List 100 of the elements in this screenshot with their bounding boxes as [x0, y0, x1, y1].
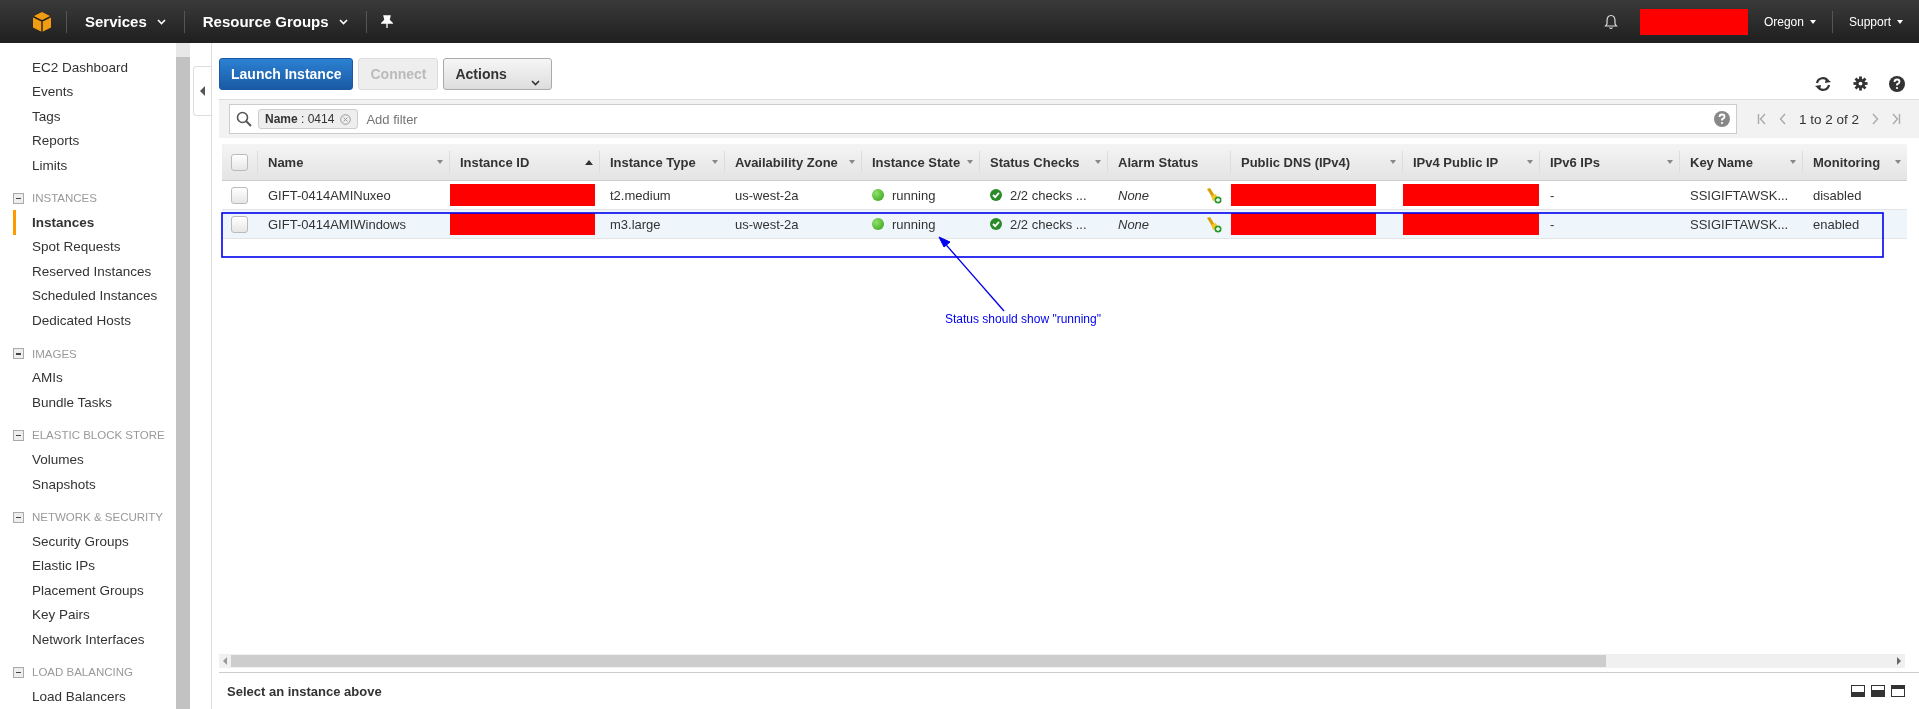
collapse-icon[interactable] — [13, 429, 24, 441]
table-cell: - — [1550, 216, 1555, 232]
layout-icon[interactable] — [1851, 685, 1865, 697]
toolbar-button[interactable]: Actions — [443, 58, 552, 90]
caret-icon[interactable] — [1390, 160, 1396, 164]
nav-menu[interactable]: Services — [81, 13, 170, 30]
clear-icon[interactable] — [340, 113, 352, 125]
table-cell: t2.medium — [610, 187, 671, 203]
table-cell: 2/2 checks ... — [1010, 216, 1087, 232]
sidebar-item[interactable]: Reserved Instances — [13, 259, 176, 284]
sidebar-heading: INSTANCES — [32, 192, 97, 205]
sidebar-item[interactable]: Dedicated Hosts — [13, 308, 176, 333]
collapse-icon[interactable] — [13, 192, 24, 204]
collapse-tab[interactable] — [193, 66, 211, 116]
table-cell: SSIGIFTAWSK... — [1690, 216, 1789, 232]
caret-icon[interactable] — [1667, 160, 1673, 164]
help-icon[interactable] — [1889, 76, 1905, 92]
caret-icon — [530, 80, 540, 86]
caret-icon[interactable] — [1895, 160, 1901, 164]
table-cell: m3.large — [610, 216, 661, 232]
annotation-text: Status should show "running" — [945, 312, 1101, 326]
sidebar-item[interactable]: Tags — [13, 103, 176, 129]
search-icon — [236, 111, 252, 127]
cube-logo-icon[interactable] — [32, 10, 52, 33]
pin-icon[interactable] — [380, 14, 393, 29]
pagination-range: 1 to 2 of 2 — [1798, 111, 1859, 127]
caret-icon[interactable] — [1095, 160, 1101, 164]
table-cell: None — [1118, 216, 1150, 232]
collapse-icon[interactable] — [13, 666, 24, 678]
table-cell: 2/2 checks ... — [1010, 187, 1087, 203]
caret-icon[interactable] — [712, 160, 718, 164]
caret-icon[interactable] — [437, 160, 443, 164]
sidebar-item[interactable]: EC2 Dashboard — [13, 55, 176, 80]
sidebar-heading: NETWORK & SECURITY — [32, 511, 163, 524]
sidebar-item[interactable]: Spot Requests — [13, 234, 176, 260]
sidebar-item[interactable]: Events — [13, 79, 176, 104]
table-cell: None — [1118, 187, 1150, 203]
region-menu[interactable]: Oregon — [1761, 14, 1818, 29]
column-header[interactable]: Name — [268, 154, 304, 170]
sidebar-item[interactable]: Snapshots — [13, 471, 176, 497]
checkbox[interactable] — [231, 186, 248, 204]
table-cell: enabled — [1813, 216, 1860, 232]
settings-icon[interactable] — [1853, 76, 1868, 91]
column-header[interactable]: IPv6 IPs — [1550, 154, 1600, 170]
caret-icon[interactable] — [849, 160, 855, 164]
toolbar-button[interactable]: Launch Instance — [219, 58, 354, 90]
caret-icon[interactable] — [967, 160, 973, 164]
details-message: Select an instance above — [227, 683, 382, 699]
previous-page-icon[interactable] — [1778, 113, 1787, 125]
caret-icon[interactable] — [1527, 160, 1533, 164]
check-icon — [990, 218, 1002, 230]
sidebar-item[interactable]: Key Pairs — [13, 602, 176, 627]
nav-menu[interactable]: Resource Groups — [198, 13, 352, 30]
table-cell: disabled — [1813, 187, 1862, 203]
caret-icon — [338, 18, 348, 25]
add-alarm-icon[interactable] — [1206, 186, 1222, 204]
status-dot-icon — [872, 189, 884, 201]
add-alarm-icon[interactable] — [1206, 215, 1222, 233]
layout-icon[interactable] — [1891, 685, 1905, 697]
checkbox[interactable] — [231, 153, 248, 171]
sidebar-item[interactable]: Network Interfaces — [13, 627, 176, 652]
sidebar-item[interactable]: Volumes — [13, 447, 176, 472]
sidebar-heading: ELASTIC BLOCK STORE — [32, 429, 165, 442]
sidebar-item[interactable]: Security Groups — [13, 529, 176, 554]
sidebar-heading: LOAD BALANCING — [32, 666, 133, 679]
caret-icon — [156, 18, 166, 25]
caret-icon[interactable] — [1790, 160, 1796, 164]
table-cell: SSIGIFTAWSK... — [1690, 187, 1789, 203]
support-menu[interactable]: Support — [1846, 14, 1905, 29]
next-page-icon[interactable] — [1871, 113, 1879, 125]
table-cell: us-west-2a — [735, 216, 799, 232]
sidebar-item[interactable]: Load Balancers — [13, 684, 176, 709]
scrollbar[interactable] — [219, 654, 1905, 668]
refresh-icon[interactable] — [1814, 76, 1832, 92]
filter-field[interactable]: Name : 0414 Add filter — [229, 104, 1737, 134]
sidebar-item[interactable]: Reports — [13, 128, 176, 153]
first-page-icon[interactable] — [1756, 113, 1767, 125]
sidebar-item[interactable]: Placement Groups — [13, 578, 176, 603]
checkbox[interactable] — [231, 215, 248, 233]
last-page-icon[interactable] — [1891, 113, 1901, 125]
sidebar-heading: IMAGES — [32, 347, 77, 360]
sidebar-item[interactable]: Elastic IPs — [13, 553, 176, 579]
table-cell: us-west-2a — [735, 187, 799, 203]
table-cell: running — [892, 187, 936, 203]
table-cell: GIFT-0414AMINuxeo — [268, 187, 391, 203]
scrollbar[interactable] — [176, 43, 190, 709]
sidebar-item[interactable]: Bundle Tasks — [13, 389, 176, 415]
collapse-icon[interactable] — [13, 348, 24, 359]
table-cell: running — [892, 216, 936, 232]
collapse-icon[interactable] — [13, 511, 24, 523]
sidebar-item[interactable]: AMIs — [13, 365, 176, 390]
layout-icon[interactable] — [1871, 685, 1885, 697]
check-icon — [990, 189, 1002, 201]
status-dot-icon — [872, 218, 884, 230]
bell-icon[interactable] — [1603, 13, 1618, 30]
table-cell: GIFT-0414AMIWindows — [268, 216, 406, 232]
sidebar-item[interactable]: Limits — [13, 152, 176, 178]
sidebar-item[interactable]: Scheduled Instances — [13, 283, 176, 309]
table-cell: - — [1550, 187, 1555, 203]
sort-ascending-icon[interactable] — [585, 159, 593, 165]
